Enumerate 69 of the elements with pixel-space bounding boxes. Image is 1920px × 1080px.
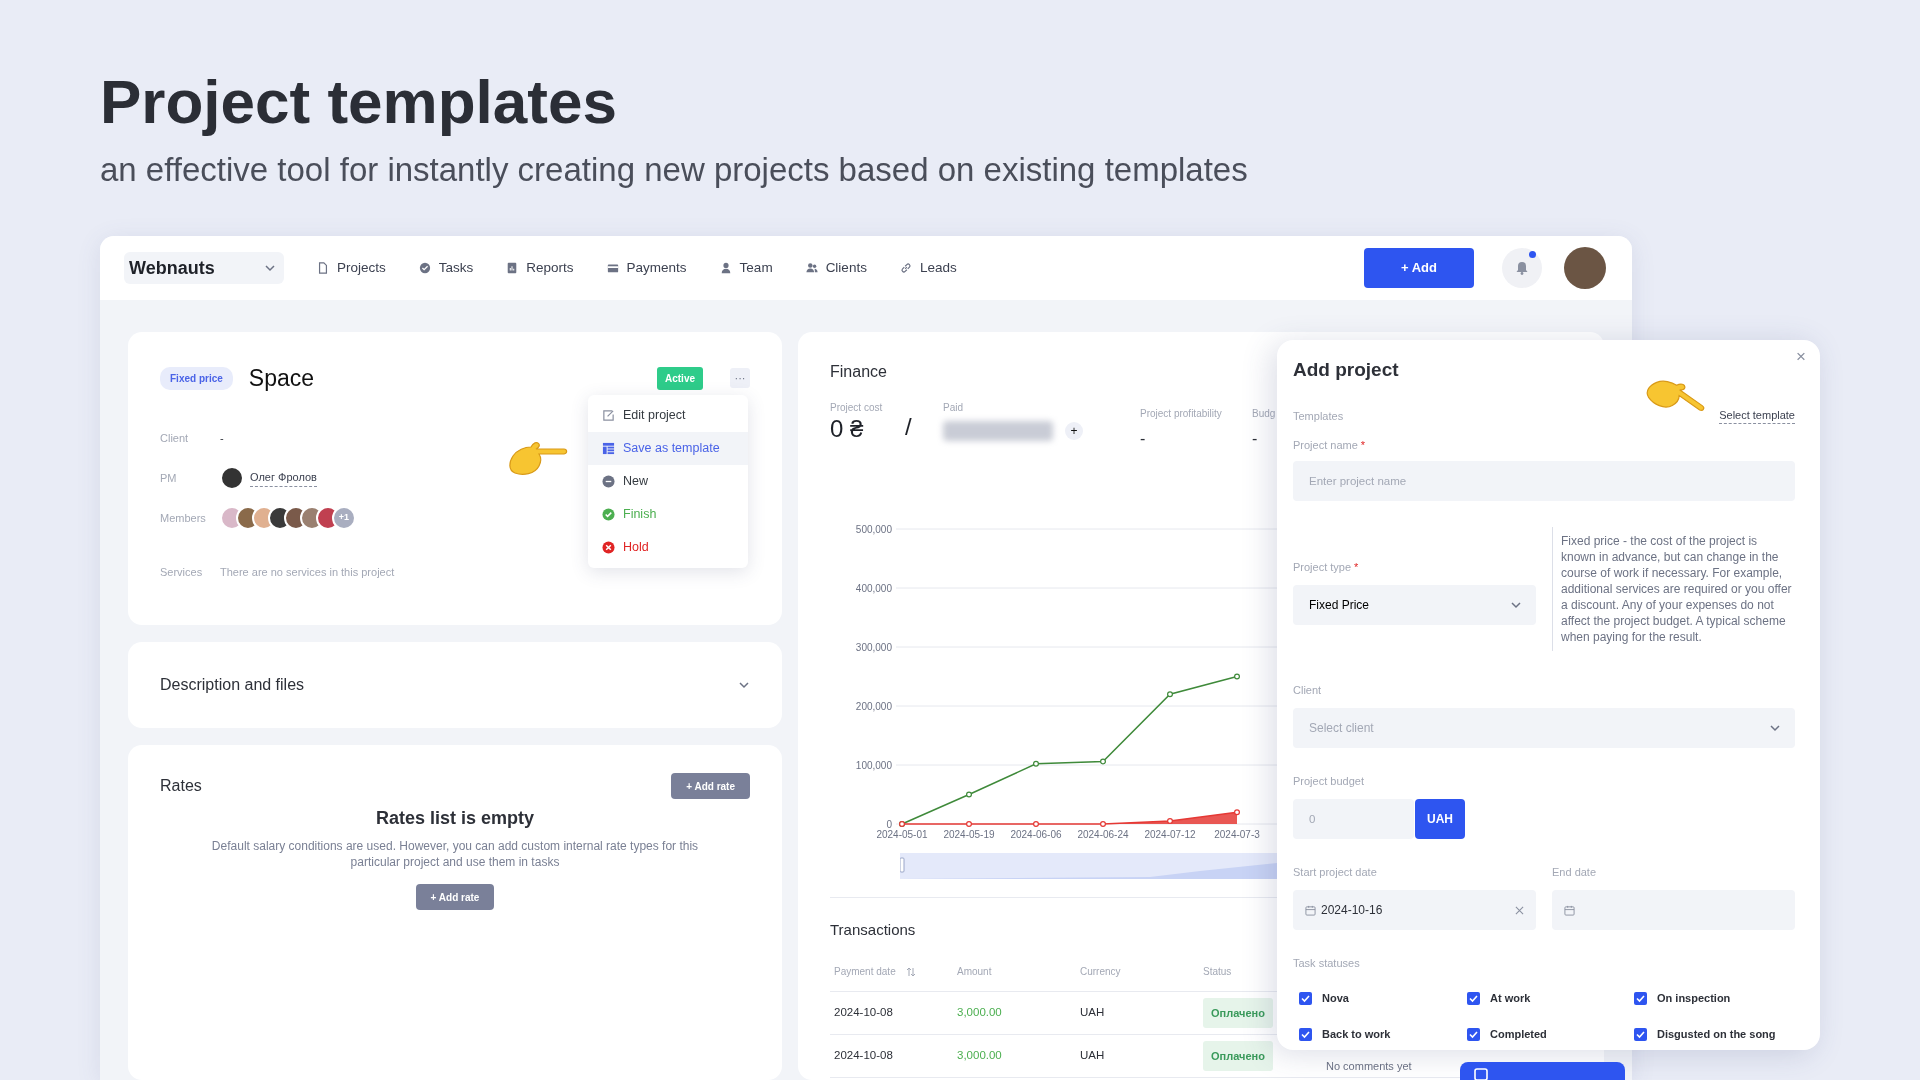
stat-label: Paid xyxy=(943,401,964,415)
date-value: 2024-10-16 xyxy=(1321,902,1383,919)
axis-label: 2024-07-12 xyxy=(1144,829,1196,840)
status-tag: Оплачено xyxy=(1203,997,1273,1029)
project-title: Space xyxy=(248,363,315,393)
field-value: - xyxy=(220,430,224,446)
field-label: Client xyxy=(1293,684,1322,696)
table-cell: 3,000.00 xyxy=(957,1049,1002,1062)
table-cell: 2024-10-08 xyxy=(834,1006,893,1019)
help-text: Fixed price - the cost of the project is known in advance, but can change in the course of work if necessary. For example, additional services are required or you offer a discount. Any of your expenses do not affect the project budget. A typical scheme when paying for the result. xyxy=(1552,527,1795,651)
table-cell: 2024-10-08 xyxy=(834,1049,893,1062)
column-header: Currency xyxy=(1080,966,1121,977)
more-members-count: +1 xyxy=(332,506,356,530)
checkbox-label: Nova xyxy=(1322,990,1349,1006)
field-label: Project budget xyxy=(1293,775,1364,787)
checkbox-label: At work xyxy=(1490,990,1531,1006)
axis-label: 400,000 xyxy=(855,582,892,594)
field-label: Templates xyxy=(1293,408,1344,424)
required-mark: * xyxy=(1354,560,1359,573)
empty-title: Rates list is empty xyxy=(374,807,536,830)
section-title: Description and files xyxy=(160,675,305,695)
section-title: Finance xyxy=(830,362,887,382)
axis-label: 2024-06-06 xyxy=(1010,829,1062,840)
table-cell: 3,000.00 xyxy=(957,1006,1002,1019)
field-value: There are no services in this project xyxy=(220,564,395,580)
checkbox-label: Disgusted on the song xyxy=(1657,1026,1776,1042)
checkbox-label: Completed xyxy=(1490,1026,1547,1042)
stat-label: Budg xyxy=(1252,407,1276,421)
section-title: Transactions xyxy=(830,920,916,940)
panel-title: Add project xyxy=(1293,358,1399,382)
axis-label: 0 xyxy=(886,818,892,830)
field-label: PM xyxy=(160,470,178,486)
field-label: Project name xyxy=(1293,439,1358,451)
stat-label: Project cost xyxy=(830,401,884,415)
stat-value: - xyxy=(1140,429,1147,449)
separator-slash: / xyxy=(905,413,913,442)
field-label: Start project date xyxy=(1293,866,1377,878)
axis-label: 200,000 xyxy=(855,700,892,712)
stat-value: 0 ₴ xyxy=(830,415,865,444)
required-mark: * xyxy=(1360,439,1366,451)
axis-label: 100,000 xyxy=(855,759,892,771)
page-title: Project templates xyxy=(100,68,617,137)
column-header: Amount xyxy=(957,966,992,977)
stat-value: - xyxy=(1252,429,1259,449)
axis-label: 2024-06-24 xyxy=(1077,829,1129,840)
stat-label: Project profitability xyxy=(1140,407,1223,421)
field-label: Project type xyxy=(1293,560,1352,573)
empty-description: Default salary conditions are used. However, you can add custom internal rate types for this particular project and use them in tasks xyxy=(210,838,700,870)
checkbox-label: Back to work xyxy=(1322,1026,1391,1042)
table-cell: UAH xyxy=(1080,1006,1105,1019)
table-cell: UAH xyxy=(1080,1049,1105,1062)
checkbox-label: On inspection xyxy=(1657,990,1731,1006)
field-label: Services xyxy=(160,564,204,580)
page-subtitle: an effective tool for instantly creating new projects based on existing templates xyxy=(100,150,1248,190)
field-label: Members xyxy=(160,510,207,526)
axis-label: 300,000 xyxy=(855,641,892,653)
axis-label: 2024-05-19 xyxy=(943,829,995,840)
axis-label: 500,000 xyxy=(855,523,892,535)
field-label: End date xyxy=(1552,866,1597,878)
column-header: Status xyxy=(1203,966,1232,977)
field-label: Client xyxy=(160,430,190,446)
project-type-tag: Fixed price xyxy=(160,366,233,390)
table-cell: No comments yet xyxy=(1326,1059,1412,1072)
status-tag: Оплачено xyxy=(1203,1040,1273,1072)
axis-label: 2024-07-3 xyxy=(1214,829,1260,840)
status-tag: Active xyxy=(657,366,703,390)
section-title: Rates xyxy=(160,776,202,796)
section-label: Task statuses xyxy=(1293,957,1360,969)
axis-label: 2024-05-01 xyxy=(876,829,928,840)
